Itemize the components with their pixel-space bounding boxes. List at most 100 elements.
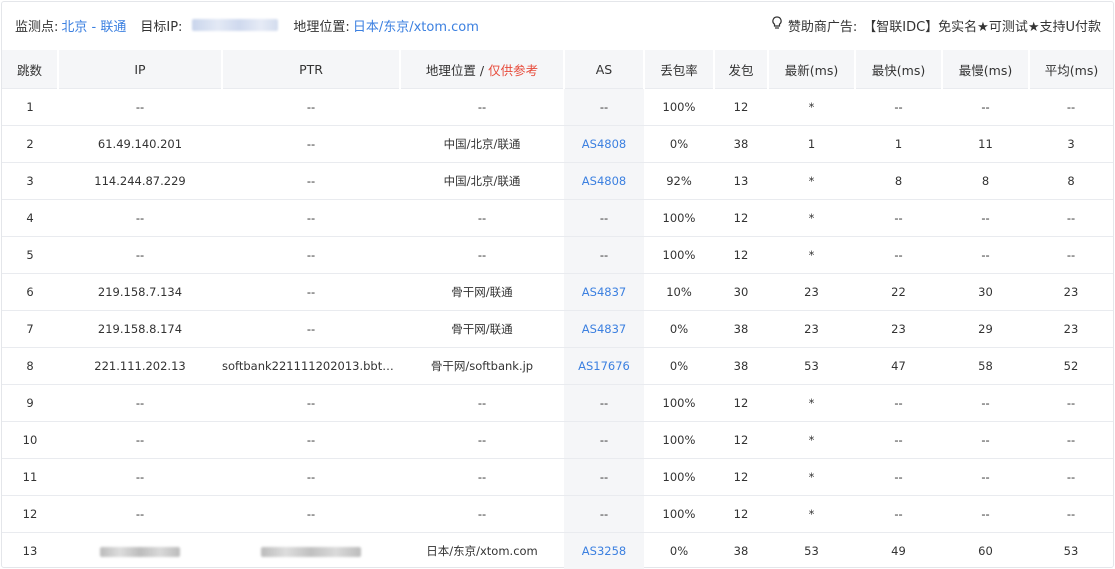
cell-as: -- [564, 459, 644, 496]
header-geo-label: 地理位置 / [426, 63, 488, 78]
cell-ptr: -- [222, 163, 400, 200]
as-link[interactable]: AS4837 [582, 322, 626, 336]
cell-hop: 6 [2, 274, 58, 311]
cell-last: * [768, 459, 855, 496]
geo-label: 地理位置: [293, 16, 349, 35]
cell-sent: 12 [714, 422, 768, 459]
as-link[interactable]: AS4808 [582, 137, 626, 151]
table-row: 5--------100%12*------ [2, 237, 1113, 274]
table-row: 8221.111.202.13softbank221111202013.bbte… [2, 348, 1113, 385]
cell-hop: 5 [2, 237, 58, 274]
header-worst[interactable]: 最慢(ms) [942, 50, 1029, 89]
header-best[interactable]: 最快(ms) [855, 50, 942, 89]
cell-best: 23 [855, 311, 942, 348]
cell-ip: 61.49.140.201 [58, 126, 222, 163]
cell-ip: 219.158.7.134 [58, 274, 222, 311]
cell-sent: 38 [714, 311, 768, 348]
cell-geo: 骨干网/联通 [400, 274, 564, 311]
cell-ip: 221.111.202.13 [58, 348, 222, 385]
header-ptr[interactable]: PTR [222, 50, 400, 89]
cell-best: 1 [855, 126, 942, 163]
cell-worst: -- [942, 385, 1029, 422]
cell-as: -- [564, 496, 644, 533]
table-row: 6219.158.7.134--骨干网/联通AS483710%302322302… [2, 274, 1113, 311]
traceroute-panel: 监测点: 北京 - 联通 目标IP: 地理位置: 日本/东京/xtom.com … [1, 1, 1114, 568]
as-link[interactable]: AS4837 [582, 285, 626, 299]
cell-last: * [768, 89, 855, 126]
cell-geo: 骨干网/softbank.jp [400, 348, 564, 385]
cell-sent: 12 [714, 200, 768, 237]
cell-sent: 38 [714, 126, 768, 163]
table-row: 10--------100%12*------ [2, 422, 1113, 459]
sponsor-label: 赞助商广告: [788, 16, 857, 35]
cell-sent: 12 [714, 385, 768, 422]
cell-sent: 38 [714, 348, 768, 385]
as-link[interactable]: AS17676 [578, 359, 630, 373]
cell-best: 8 [855, 163, 942, 200]
header-as[interactable]: AS [564, 50, 644, 89]
cell-sent: 12 [714, 237, 768, 274]
target-ip-redacted [192, 19, 278, 31]
cell-sent: 12 [714, 89, 768, 126]
header-avg[interactable]: 平均(ms) [1029, 50, 1113, 89]
cell-ptr: -- [222, 89, 400, 126]
header-hop[interactable]: 跳数 [2, 50, 58, 89]
cell-geo: -- [400, 422, 564, 459]
cell-geo: 中国/北京/联通 [400, 126, 564, 163]
cell-ptr: -- [222, 496, 400, 533]
cell-ip: 219.158.8.174 [58, 311, 222, 348]
cell-geo: -- [400, 385, 564, 422]
cell-ptr: -- [222, 459, 400, 496]
table-row: 261.49.140.201--中国/北京/联通AS48080%3811113 [2, 126, 1113, 163]
cell-ip: -- [58, 459, 222, 496]
cell-geo: -- [400, 200, 564, 237]
cell-last: 23 [768, 311, 855, 348]
header-geo-note: 仅供参考 [488, 63, 538, 78]
cell-ptr: -- [222, 200, 400, 237]
cell-avg: -- [1029, 496, 1113, 533]
cell-geo: -- [400, 237, 564, 274]
sponsor-text[interactable]: 【智联IDC】免实名★可测试★支持U付款 [863, 16, 1101, 35]
cell-ptr: -- [222, 126, 400, 163]
as-link[interactable]: AS4808 [582, 174, 626, 188]
header-ip[interactable]: IP [58, 50, 222, 89]
monitor-value[interactable]: 北京 - 联通 [61, 16, 126, 35]
cell-as: -- [564, 385, 644, 422]
sponsor-ad[interactable]: 赞助商广告: 【智联IDC】免实名★可测试★支持U付款 [772, 2, 1101, 48]
cell-avg: -- [1029, 422, 1113, 459]
header-last[interactable]: 最新(ms) [768, 50, 855, 89]
cell-best: 49 [855, 533, 942, 569]
cell-loss: 100% [644, 200, 714, 237]
cell-avg: 8 [1029, 163, 1113, 200]
as-link[interactable]: AS3258 [582, 544, 626, 558]
cell-ptr: -- [222, 237, 400, 274]
table-row: 13日本/东京/xtom.comAS32580%3853496053 [2, 533, 1113, 569]
lightbulb-icon [772, 16, 782, 34]
cell-geo: 中国/北京/联通 [400, 163, 564, 200]
cell-ptr[interactable]: softbank221111202013.bbtec... [222, 348, 400, 385]
cell-hop: 8 [2, 348, 58, 385]
cell-loss: 100% [644, 459, 714, 496]
cell-sent: 30 [714, 274, 768, 311]
cell-sent: 38 [714, 533, 768, 569]
ptr-redacted [261, 547, 361, 557]
cell-loss: 100% [644, 385, 714, 422]
cell-as: -- [564, 89, 644, 126]
cell-avg: -- [1029, 89, 1113, 126]
cell-as: -- [564, 200, 644, 237]
cell-last: * [768, 385, 855, 422]
cell-last: * [768, 200, 855, 237]
cell-best: -- [855, 459, 942, 496]
table-row: 4--------100%12*------ [2, 200, 1113, 237]
header-sent[interactable]: 发包 [714, 50, 768, 89]
cell-as: AS4837 [564, 311, 644, 348]
geo-value[interactable]: 日本/东京/xtom.com [353, 16, 479, 35]
header-geo[interactable]: 地理位置 / 仅供参考 [400, 50, 564, 89]
table-row: 9--------100%12*------ [2, 385, 1113, 422]
cell-loss: 100% [644, 89, 714, 126]
header-loss[interactable]: 丢包率 [644, 50, 714, 89]
table-row: 1--------100%12*------ [2, 89, 1113, 126]
cell-worst: -- [942, 496, 1029, 533]
cell-worst: -- [942, 200, 1029, 237]
target-label: 目标IP: [140, 16, 182, 35]
